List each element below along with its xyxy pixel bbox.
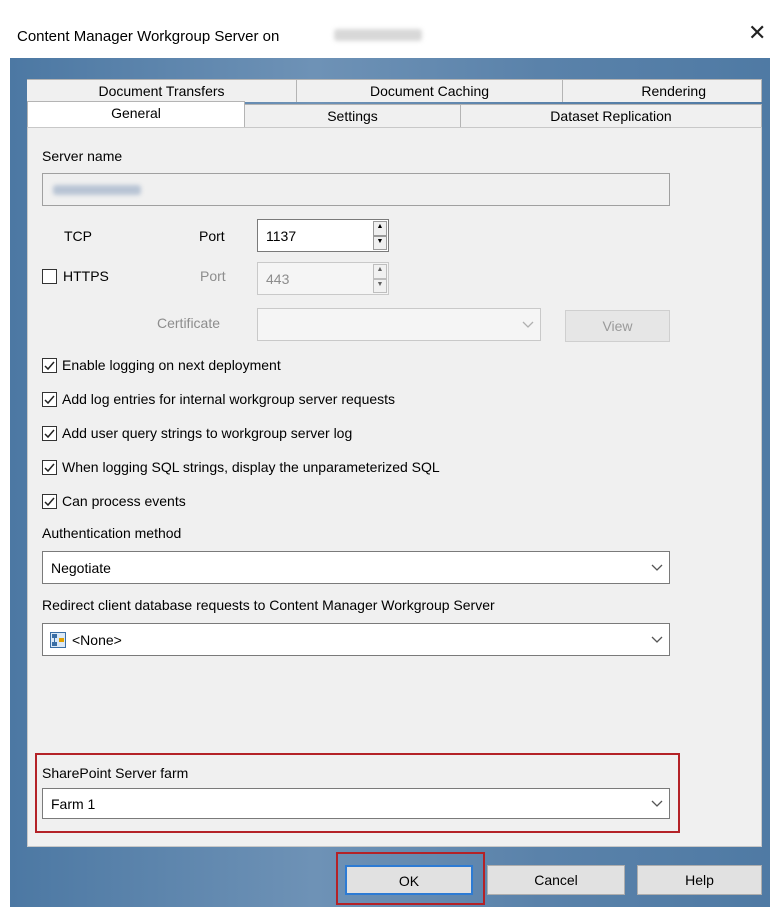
https-checkbox[interactable] (42, 269, 57, 284)
redirect-server-value: <None> (72, 631, 122, 648)
server-network-icon (50, 632, 66, 648)
query-strings-checkbox[interactable] (42, 426, 57, 441)
https-port-label: Port (200, 268, 226, 284)
cancel-button[interactable]: Cancel (487, 865, 625, 895)
spin-up-icon[interactable]: ▲ (373, 264, 387, 279)
process-events-checkbox[interactable] (42, 494, 57, 509)
window-title: Content Manager Workgroup Server on (17, 28, 280, 45)
server-name-redacted (334, 29, 422, 41)
server-name-redacted-value (53, 185, 141, 195)
certificate-dropdown[interactable] (257, 308, 541, 341)
checkbox-label: When logging SQL strings, display the un… (62, 459, 440, 475)
tcp-label: TCP (64, 228, 92, 244)
tcp-port-stepper[interactable]: 1137 ▲ ▼ (257, 219, 389, 252)
internal-requests-checkbox[interactable] (42, 392, 57, 407)
checkbox-label: Add user query strings to workgroup serv… (62, 425, 353, 441)
tab-general[interactable]: General (27, 101, 245, 127)
https-port-stepper[interactable]: 443 ▲ ▼ (257, 262, 389, 295)
chevron-down-icon (651, 564, 663, 571)
tcp-port-value: 1137 (266, 227, 297, 244)
spin-up-icon[interactable]: ▲ (373, 221, 387, 236)
server-name-field[interactable] (42, 173, 670, 206)
view-button[interactable]: View (565, 310, 670, 342)
close-icon[interactable]: ✕ (748, 22, 766, 44)
farm-highlight-box (35, 753, 680, 833)
check-icon (44, 463, 55, 473)
auth-method-value: Negotiate (51, 559, 111, 576)
check-icon (44, 429, 55, 439)
tab-rendering[interactable]: Rendering (563, 79, 762, 102)
tab-dataset-replication[interactable]: Dataset Replication (461, 104, 762, 127)
checkbox-label: Enable logging on next deployment (62, 357, 281, 373)
auth-method-dropdown[interactable]: Negotiate (42, 551, 670, 584)
title-bar: Content Manager Workgroup Server on ✕ (0, 0, 770, 58)
checkbox-label: Add log entries for internal workgroup s… (62, 391, 396, 407)
server-name-label: Server name (42, 148, 123, 164)
enable-logging-checkbox[interactable] (42, 358, 57, 373)
tcp-port-spinner[interactable]: ▲ ▼ (373, 221, 387, 250)
https-label: HTTPS (63, 268, 109, 284)
redirect-server-dropdown[interactable]: <None> (42, 623, 670, 656)
spin-down-icon[interactable]: ▼ (373, 278, 387, 293)
tab-document-caching[interactable]: Document Caching (297, 79, 563, 102)
check-icon (44, 497, 55, 507)
help-button[interactable]: Help (637, 865, 762, 895)
spin-down-icon[interactable]: ▼ (373, 235, 387, 250)
ok-highlight-box (336, 852, 485, 905)
chevron-down-icon (651, 636, 663, 643)
checkbox-label: Can process events (62, 493, 186, 509)
tab-settings[interactable]: Settings (245, 104, 461, 127)
certificate-label: Certificate (157, 315, 221, 331)
unparameterized-sql-checkbox[interactable] (42, 460, 57, 475)
general-panel (27, 127, 762, 847)
check-icon (44, 395, 55, 405)
https-port-value: 443 (266, 270, 290, 287)
tcp-port-label: Port (199, 228, 225, 244)
chevron-down-icon (522, 321, 534, 328)
check-icon (44, 361, 55, 371)
tab-document-transfers[interactable]: Document Transfers (27, 79, 297, 102)
auth-method-label: Authentication method (42, 525, 182, 541)
redirect-label: Redirect client database requests to Con… (42, 597, 495, 613)
https-port-spinner[interactable]: ▲ ▼ (373, 264, 387, 293)
